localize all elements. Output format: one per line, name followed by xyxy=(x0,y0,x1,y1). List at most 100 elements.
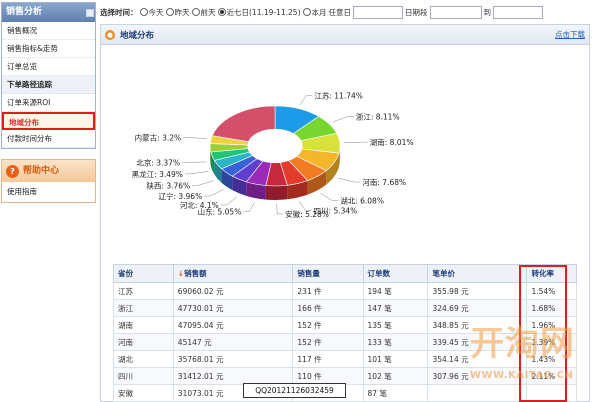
table-cell: 1.68% xyxy=(526,299,577,317)
radio-label: 近七日(11.19-11.25) xyxy=(226,7,301,17)
sidebar-item-sales-trend[interactable]: 销售指标&走势 xyxy=(2,40,95,58)
sidebar-item-user-guide[interactable]: 使用指南 xyxy=(2,182,95,202)
table-row: 河南 45147 元 152 件 133 笔 339.45 元 1.39% xyxy=(113,333,577,351)
sales-analysis-header[interactable]: 销售分析 xyxy=(2,3,95,22)
table-cell: 浙江 xyxy=(113,299,174,317)
sidebar-item-sales-overview[interactable]: 销售概况 xyxy=(2,22,95,40)
pie-leader-line xyxy=(183,137,207,140)
panel-title: 地域分布 xyxy=(120,30,155,41)
table-row: 四川 31412.01 元 110 件 102 笔 307.96 元 2.11% xyxy=(113,367,577,385)
table-cell: 87 笔 xyxy=(362,384,429,402)
table-cell: 102 笔 xyxy=(362,367,429,385)
pie-slice-side xyxy=(265,185,288,200)
table-cell: 110 件 xyxy=(292,367,364,385)
pie-leader-line xyxy=(320,192,339,201)
region-pie-chart: 江苏: 11.74% 浙江: 8.11% 湖南: 8.01% 河南: 7.68% 湖北:… xyxy=(132,91,414,219)
date-to-label: 到 xyxy=(483,7,492,17)
table-cell: 四川 xyxy=(113,367,174,385)
table-cell: 47095.04 元 xyxy=(172,316,294,334)
column-header-label: 销售量 xyxy=(297,269,320,278)
table-row: 浙江 47730.01 元 166 件 147 笔 324.69 元 1.68% xyxy=(113,299,577,317)
sidebar-group-order-path[interactable]: 下单路径追踪 xyxy=(2,76,95,94)
table-row: 湖南 47095.04 元 152 件 135 笔 348.85 元 1.96% xyxy=(113,316,577,334)
table-cell: 1.54% xyxy=(526,282,577,300)
table-header-row: 省份 ↓销售额 销售量 订单数 笔单价 转化率 xyxy=(113,264,577,283)
column-header[interactable]: 笔单价 xyxy=(427,264,528,283)
column-header-label: 销售额 xyxy=(184,269,207,278)
radio-label: 今天 xyxy=(148,7,164,17)
radio-icon xyxy=(165,7,174,16)
any-day-input[interactable] xyxy=(353,5,404,19)
column-header-label: 省份 xyxy=(118,269,133,278)
sidebar-item-region[interactable]: 地域分布 xyxy=(2,112,95,130)
help-center-header[interactable]: ? 帮助中心 xyxy=(2,160,95,182)
table-cell: 117 件 xyxy=(292,350,364,368)
table-cell: 147 笔 xyxy=(362,299,429,317)
column-header[interactable]: ↓销售额 xyxy=(172,264,294,283)
pie-leader-line xyxy=(299,95,313,106)
table-cell: 152 件 xyxy=(292,333,364,351)
pie-slice-label: 陕西: 3.76% xyxy=(146,180,190,190)
date-start-input[interactable] xyxy=(429,5,482,19)
pie-leader-line xyxy=(204,189,224,197)
column-header[interactable]: 订单数 xyxy=(362,264,429,283)
pie-leader-line xyxy=(184,171,209,175)
pie-slice-label: 内蒙古: 3.2% xyxy=(135,132,181,142)
table-cell: 339.45 元 xyxy=(427,333,528,351)
pie-slice-label: 河北: 4.1% xyxy=(180,201,219,210)
pie-slice-label: 河南: 7.68% xyxy=(362,177,406,187)
sidebar-item-order-roi[interactable]: 订单来源ROI xyxy=(2,94,95,112)
pie-slice-label: 湖北: 6.08% xyxy=(340,197,384,206)
table-cell: 1.39% xyxy=(526,333,577,351)
table-cell: 35768.01 元 xyxy=(172,350,294,368)
radio-this-month[interactable]: 本月 xyxy=(302,7,327,18)
pie-slice-label: 江苏: 11.74% xyxy=(314,91,363,101)
column-header-label: 订单数 xyxy=(367,269,391,278)
radio-day-before[interactable]: 前天 xyxy=(191,7,216,18)
pie-leader-line xyxy=(220,196,237,206)
table-cell: 324.69 元 xyxy=(427,299,528,317)
table-cell: 152 件 xyxy=(292,316,364,334)
table-cell: 135 笔 xyxy=(362,316,429,334)
table-cell: 101 笔 xyxy=(362,350,429,368)
sidebar: 销售分析 销售概况 销售指标&走势 订单总览 下单路径追踪 订单来源ROI 地域… xyxy=(0,0,98,402)
table-cell: 355.98 元 xyxy=(427,282,528,300)
any-day-label: 任意日 xyxy=(328,7,352,17)
column-header[interactable]: 转化率 xyxy=(526,264,577,283)
radio-icon xyxy=(302,7,311,16)
pie-slice-label: 黑龙江: 3.49% xyxy=(132,169,183,179)
table-cell: 湖南 xyxy=(113,316,174,334)
table-cell: 安徽 xyxy=(113,384,174,402)
sidebar-item-payment-time[interactable]: 付款时间分布 xyxy=(2,130,95,148)
pie-leader-line xyxy=(337,177,361,183)
radio-today[interactable]: 今天 xyxy=(139,7,164,18)
collapse-icon[interactable] xyxy=(86,8,95,17)
page: 销售分析 销售概况 销售指标&走势 订单总览 下单路径追踪 订单来源ROI 地域… xyxy=(0,0,592,402)
section-icon: ● xyxy=(105,29,115,40)
table-cell: 河南 xyxy=(113,333,174,351)
region-table: 省份 ↓销售额 销售量 订单数 笔单价 转化率 江苏 69060.02 元 231 件 194 … xyxy=(113,264,577,402)
sidebar-item-order-overview[interactable]: 订单总览 xyxy=(2,58,95,76)
pie-slice-label: 湖南: 8.01% xyxy=(370,137,414,147)
table-cell: 133 笔 xyxy=(362,333,429,351)
panel-header: ● 地域分布 点击下载 xyxy=(101,25,589,45)
table-cell: 1.43% xyxy=(526,350,577,368)
pie-slice-label: 安徽: 5.28% xyxy=(285,209,329,219)
column-header[interactable]: 销售量 xyxy=(292,264,364,283)
table-cell: 166 件 xyxy=(292,299,364,317)
radio-last-seven-days[interactable]: 近七日(11.19-11.25) xyxy=(217,7,301,18)
help-icon: ? xyxy=(6,164,19,178)
table-cell: 307.96 元 xyxy=(427,367,528,385)
table-row: 江苏 69060.02 元 231 件 194 笔 355.98 元 1.54% xyxy=(113,282,577,300)
download-link[interactable]: 点击下载 xyxy=(555,29,585,40)
time-filter-label: 选择时间： xyxy=(100,7,138,17)
help-center-panel: ? 帮助中心 使用指南 xyxy=(1,159,96,203)
table-cell xyxy=(526,384,577,402)
column-header[interactable]: 省份 xyxy=(113,264,174,283)
help-title: 帮助中心 xyxy=(23,166,60,176)
time-filter-bar: 选择时间： 今天 昨天 前天 近七日(11.19-11.25) 本月 任意日 日… xyxy=(100,2,590,22)
screenshot-tooltip: QQ20121126032459 xyxy=(243,383,346,398)
radio-yesterday[interactable]: 昨天 xyxy=(165,7,190,18)
date-end-input[interactable] xyxy=(493,5,544,19)
table-cell: 348.85 元 xyxy=(427,316,528,334)
